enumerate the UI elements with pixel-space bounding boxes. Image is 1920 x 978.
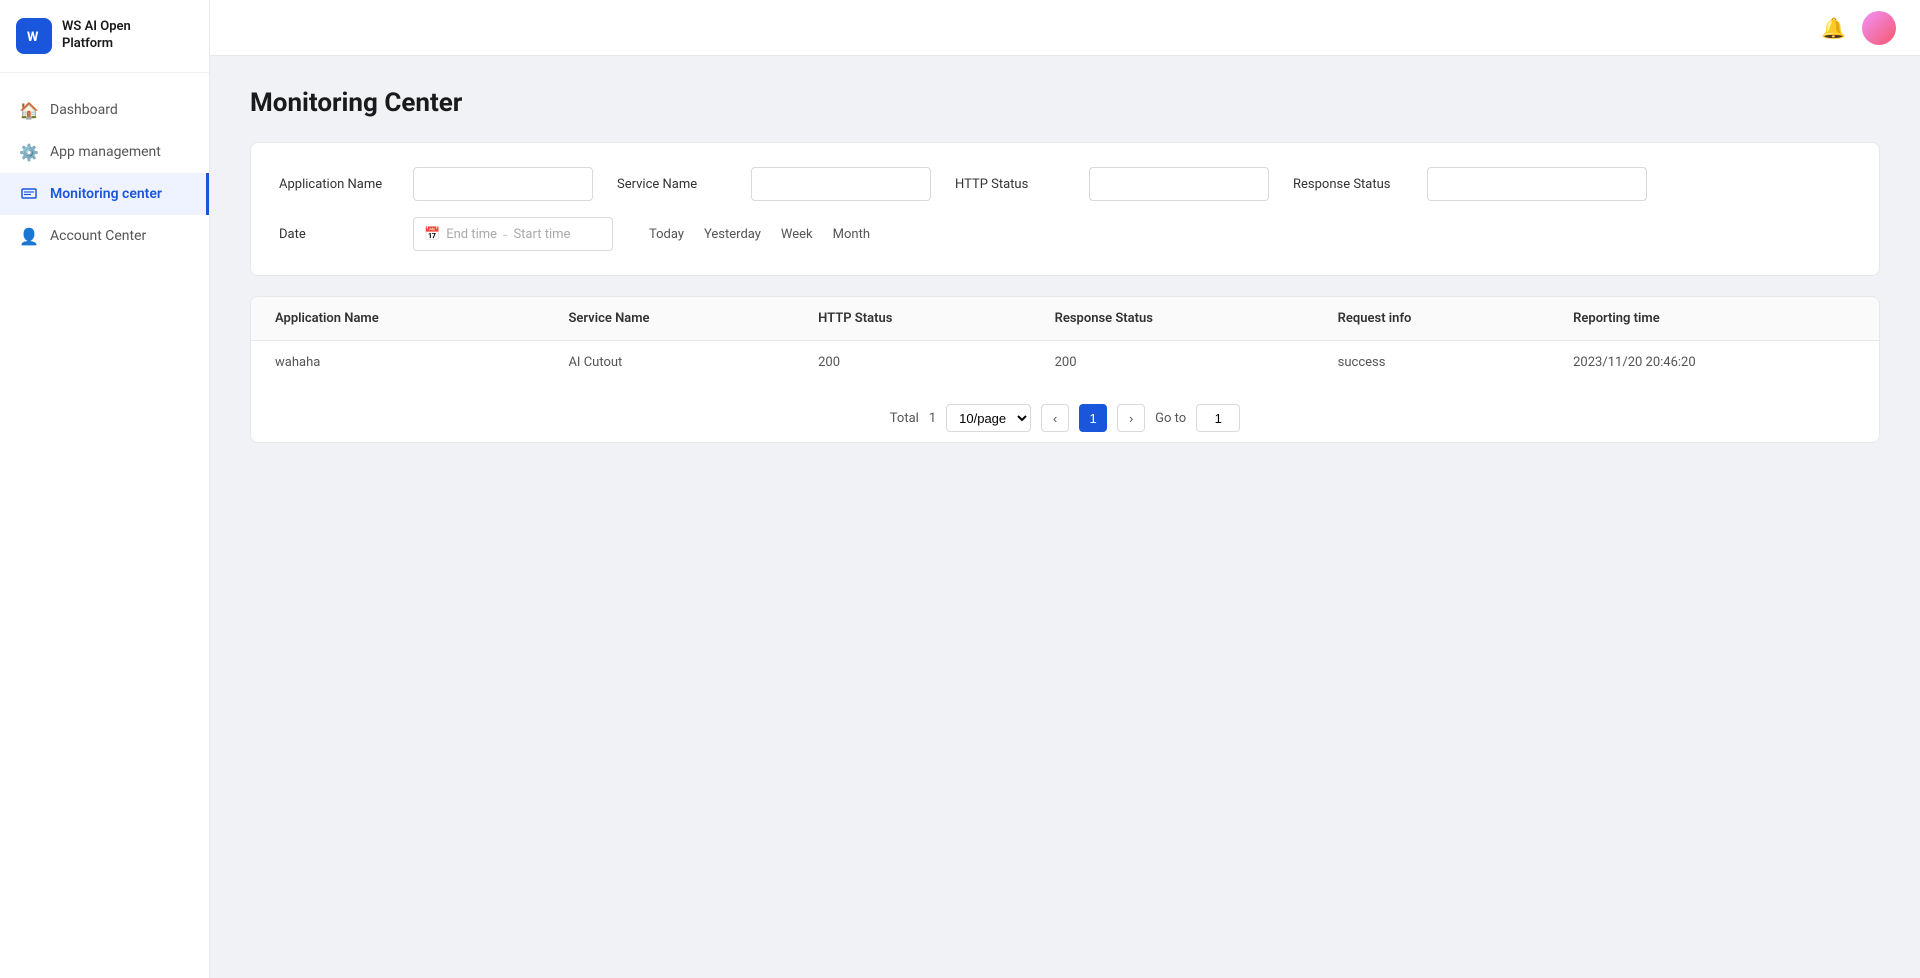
http-status-label: HTTP Status — [955, 177, 1065, 192]
cell-http-status: 200 — [794, 341, 1030, 385]
shortcut-yesterday[interactable]: Yesterday — [700, 225, 765, 244]
user-icon: 👤 — [20, 227, 38, 245]
date-picker[interactable]: 📅 End time - Start time — [413, 217, 613, 251]
logo-text: WS AI OpenPlatform — [62, 19, 131, 53]
page-size-select[interactable]: 10/page 20/page 50/page — [946, 404, 1031, 432]
sidebar-item-account-center[interactable]: 👤 Account Center — [0, 215, 209, 257]
shortcut-week[interactable]: Week — [777, 225, 817, 244]
logo-icon: W — [16, 18, 52, 54]
goto-input[interactable] — [1196, 404, 1240, 432]
date-separator: - — [503, 225, 507, 244]
sidebar-nav: 🏠 Dashboard ⚙️ App management Monitoring… — [0, 73, 209, 978]
col-application-name: Application Name — [251, 297, 544, 341]
filter-card: Application Name Service Name HTTP Statu… — [250, 142, 1880, 276]
col-service-name: Service Name — [544, 297, 794, 341]
cell-response-status: 200 — [1031, 341, 1314, 385]
service-name-input[interactable] — [751, 167, 931, 201]
cell-reporting-time: 2023/11/20 20:46:20 — [1549, 341, 1879, 385]
sidebar-item-label: Dashboard — [50, 102, 118, 118]
col-reporting-time: Reporting time — [1549, 297, 1879, 341]
filter-row-1: Application Name Service Name HTTP Statu… — [279, 167, 1851, 201]
date-shortcuts: Today Yesterday Week Month — [645, 225, 874, 244]
table-card: Application Name Service Name HTTP Statu… — [250, 296, 1880, 443]
monitor-icon — [20, 185, 38, 203]
response-status-label: Response Status — [1293, 177, 1403, 192]
sidebar-item-dashboard[interactable]: 🏠 Dashboard — [0, 89, 209, 131]
service-name-label: Service Name — [617, 177, 727, 192]
sidebar-item-label: Account Center — [50, 228, 146, 244]
sidebar-item-app-management[interactable]: ⚙️ App management — [0, 131, 209, 173]
col-request-info: Request info — [1314, 297, 1549, 341]
response-status-input[interactable] — [1427, 167, 1647, 201]
table-row: wahaha AI Cutout 200 200 success 2023/11… — [251, 341, 1879, 385]
shortcut-today[interactable]: Today — [645, 225, 688, 244]
application-name-label: Application Name — [279, 177, 389, 192]
next-page-button[interactable]: › — [1117, 404, 1145, 432]
goto-label: Go to — [1155, 411, 1186, 426]
filter-row-2: Date 📅 End time - Start time Today Yeste… — [279, 217, 1851, 251]
date-start-placeholder: Start time — [513, 227, 570, 242]
avatar[interactable] — [1862, 11, 1896, 45]
sidebar-item-monitoring-center[interactable]: Monitoring center — [0, 173, 209, 215]
sidebar-item-label: App management — [50, 144, 161, 160]
col-response-status: Response Status — [1031, 297, 1314, 341]
topbar: 🔔 — [210, 0, 1920, 56]
main-content: 🔔 Monitoring Center Application Name Ser… — [210, 0, 1920, 978]
data-table: Application Name Service Name HTTP Statu… — [251, 297, 1879, 384]
sidebar-item-label: Monitoring center — [50, 186, 162, 202]
total-count: 1 — [929, 411, 936, 426]
page-title: Monitoring Center — [250, 88, 1880, 118]
svg-text:W: W — [27, 30, 39, 45]
col-http-status: HTTP Status — [794, 297, 1030, 341]
notification-bell-icon[interactable]: 🔔 — [1821, 16, 1846, 40]
shortcut-month[interactable]: Month — [829, 225, 874, 244]
pagination: Total 1 10/page 20/page 50/page ‹ 1 › Go… — [251, 384, 1879, 442]
prev-page-button[interactable]: ‹ — [1041, 404, 1069, 432]
calendar-icon: 📅 — [424, 227, 440, 242]
total-label: Total — [890, 411, 919, 426]
page-body: Monitoring Center Application Name Servi… — [210, 56, 1920, 978]
table-header: Application Name Service Name HTTP Statu… — [251, 297, 1879, 341]
date-end-placeholder: End time — [446, 227, 497, 242]
sidebar: W WS AI OpenPlatform 🏠 Dashboard ⚙️ App … — [0, 0, 210, 978]
date-label: Date — [279, 227, 389, 242]
gear-icon: ⚙️ — [20, 143, 38, 161]
cell-service-name: AI Cutout — [544, 341, 794, 385]
cell-request-info: success — [1314, 341, 1549, 385]
application-name-input[interactable] — [413, 167, 593, 201]
sidebar-logo: W WS AI OpenPlatform — [0, 0, 209, 73]
cell-application-name: wahaha — [251, 341, 544, 385]
home-icon: 🏠 — [20, 101, 38, 119]
page-1-button[interactable]: 1 — [1079, 404, 1107, 432]
http-status-input[interactable] — [1089, 167, 1269, 201]
table-body: wahaha AI Cutout 200 200 success 2023/11… — [251, 341, 1879, 385]
